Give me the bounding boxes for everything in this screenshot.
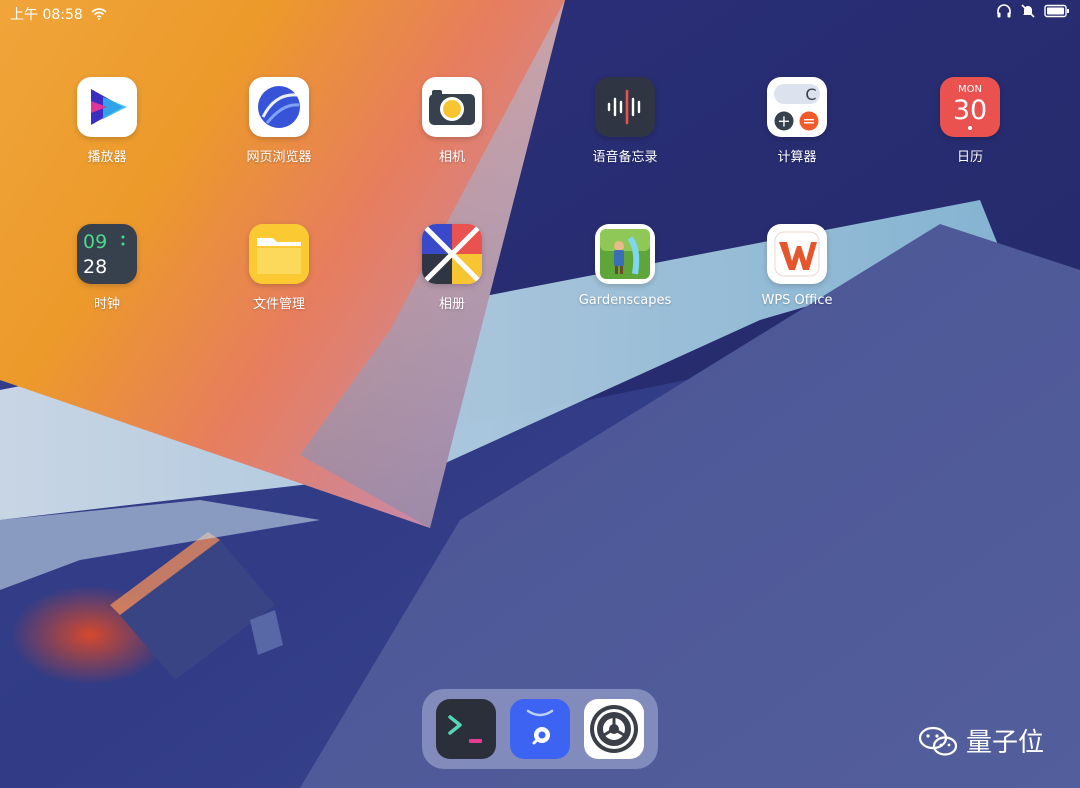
app-clock[interactable]: 09 28 时钟: [37, 224, 177, 312]
folder-icon: [249, 224, 309, 284]
wifi-icon: [91, 8, 107, 20]
app-gardenscapes[interactable]: Gardenscapes: [555, 224, 695, 308]
app-label: 语音备忘录: [592, 150, 658, 165]
calc-plus-glyph: +: [777, 112, 790, 131]
app-label: 网页浏览器: [246, 150, 312, 165]
app-label: 播放器: [87, 150, 127, 165]
camera-icon: [422, 77, 482, 137]
calc-equals-glyph: =: [802, 112, 815, 131]
terminal-icon[interactable]: [436, 699, 496, 759]
calendar-icon: MON 30: [940, 77, 1000, 137]
app-label: Gardenscapes: [578, 293, 672, 308]
player-icon: [77, 77, 137, 137]
app-wps-office[interactable]: WPS Office: [727, 224, 867, 308]
app-gallery[interactable]: 相册: [382, 224, 522, 312]
app-label: 日历: [956, 150, 983, 165]
gardenscapes-icon: [595, 224, 655, 284]
battery-icon: [1044, 4, 1069, 18]
notifications-off-icon: [1021, 4, 1035, 18]
browser-icon: [249, 77, 309, 137]
app-voice-memo[interactable]: 语音备忘录: [555, 77, 695, 165]
clock-icon: 09 28: [77, 224, 137, 284]
app-store-icon[interactable]: [510, 699, 570, 759]
watermark: 量子位: [918, 722, 1044, 759]
calc-clear-glyph: C: [805, 85, 816, 104]
app-calendar[interactable]: MON 30 日历: [900, 77, 1040, 165]
app-label: 相册: [438, 297, 465, 312]
app-label: 文件管理: [252, 297, 305, 312]
status-time: 上午 08:58: [10, 7, 83, 23]
app-label: 相机: [438, 150, 465, 165]
app-label: WPS Office: [761, 293, 833, 308]
gallery-icon: [422, 224, 482, 284]
clock-minute: 28: [83, 256, 107, 278]
calculator-icon: C + =: [767, 77, 827, 137]
app-calculator[interactable]: C + = 计算器: [727, 77, 867, 165]
app-browser[interactable]: 网页浏览器: [209, 77, 349, 165]
dock: [422, 689, 658, 769]
calendar-day: 30: [953, 95, 987, 126]
settings-gear-icon[interactable]: [584, 699, 644, 759]
app-player[interactable]: 播放器: [37, 77, 177, 165]
clock-hour: 09: [83, 231, 107, 253]
voice-memo-icon: [595, 77, 655, 137]
app-camera[interactable]: 相机: [382, 77, 522, 165]
app-label: 计算器: [777, 150, 817, 165]
status-bar: 上午 08:58: [0, 0, 1080, 26]
watermark-text: 量子位: [966, 728, 1045, 758]
app-label: 时钟: [93, 297, 120, 312]
headphones-icon: [997, 4, 1011, 18]
wechat-icon: [918, 726, 958, 756]
wps-office-icon: [767, 224, 827, 284]
calendar-weekday: MON: [958, 84, 982, 95]
app-file-manager[interactable]: 文件管理: [209, 224, 349, 312]
